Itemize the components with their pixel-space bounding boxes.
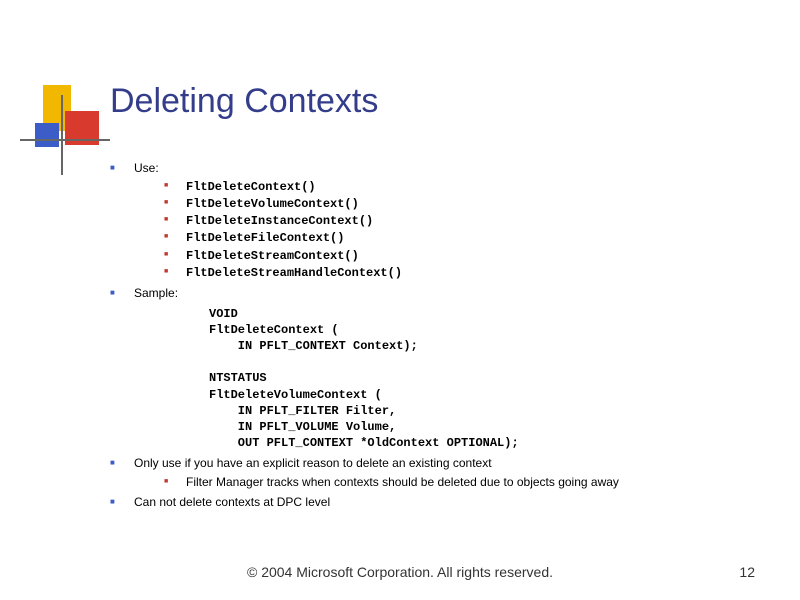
only-use-sub: Filter Manager tracks when contexts shou…: [164, 474, 750, 490]
deco-line-horizontal: [20, 139, 110, 141]
only-use-text: Only use if you have an explicit reason …: [134, 456, 492, 470]
bullet-sample: Sample:: [110, 285, 750, 302]
bullet-use: Use: FltDeleteContext() FltDeleteVolumeC…: [110, 160, 750, 281]
slide-title: Deleting Contexts: [110, 82, 378, 121]
use-label: Use:: [134, 161, 159, 175]
slide-decoration: [35, 85, 95, 155]
use-item: FltDeleteFileContext(): [164, 230, 750, 246]
page-number: 12: [739, 564, 755, 580]
footer-copyright: © 2004 Microsoft Corporation. All rights…: [0, 564, 800, 580]
sample-code-row: VOID FltDeleteContext ( IN PFLT_CONTEXT …: [110, 306, 750, 452]
use-item: FltDeleteVolumeContext(): [164, 196, 750, 212]
deco-line-vertical: [61, 95, 63, 175]
bullet-only-use: Only use if you have an explicit reason …: [110, 455, 750, 490]
slide-content: Use: FltDeleteContext() FltDeleteVolumeC…: [110, 160, 750, 515]
use-item: FltDeleteContext(): [164, 179, 750, 195]
use-item: FltDeleteStreamContext(): [164, 248, 750, 264]
sample-code: VOID FltDeleteContext ( IN PFLT_CONTEXT …: [209, 306, 750, 452]
sample-label: Sample:: [134, 286, 178, 300]
deco-rect-blue: [35, 123, 59, 147]
use-item: FltDeleteStreamHandleContext(): [164, 265, 750, 281]
bullet-dpc: Can not delete contexts at DPC level: [110, 494, 750, 511]
use-item: FltDeleteInstanceContext(): [164, 213, 750, 229]
